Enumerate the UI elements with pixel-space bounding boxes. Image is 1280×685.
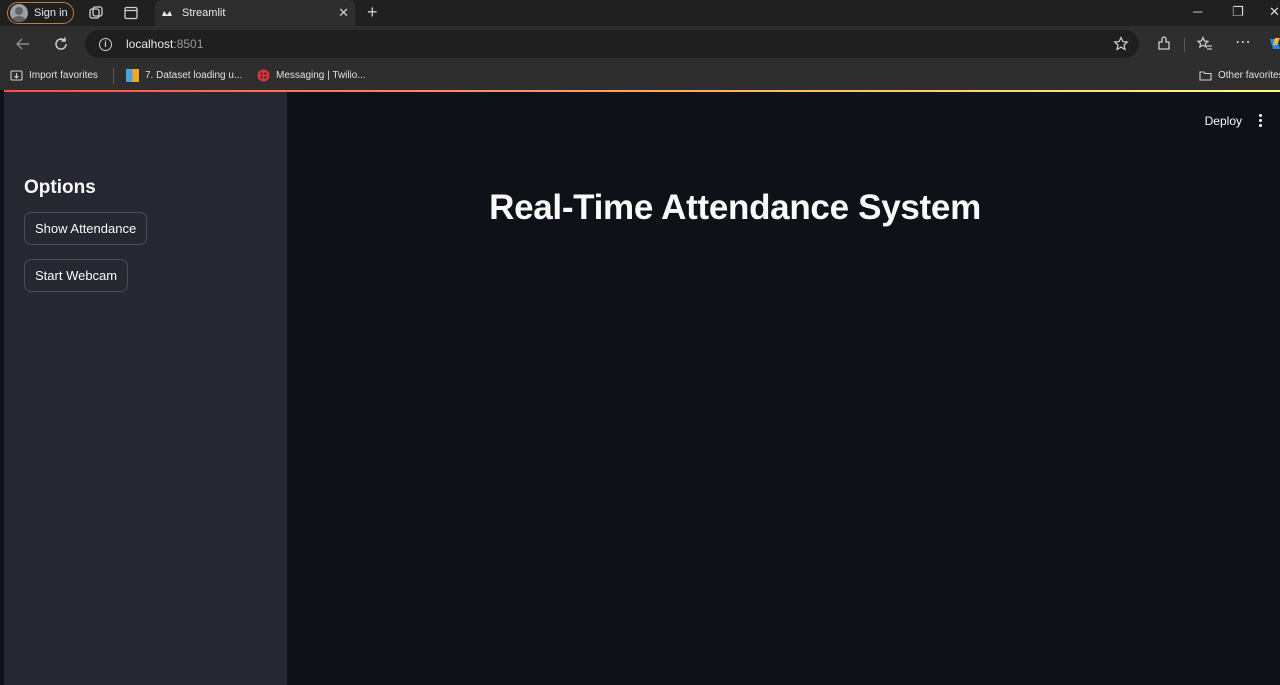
start-webcam-button[interactable]: Start Webcam — [24, 259, 129, 292]
extensions-icon[interactable] — [1156, 36, 1172, 52]
refresh-icon[interactable] — [53, 36, 69, 52]
show-attendance-button[interactable]: Show Attendance — [24, 212, 148, 245]
minimize-icon[interactable]: ─ — [1193, 4, 1202, 19]
bookmark-import-favorites[interactable]: Import favorites — [10, 69, 98, 82]
bookmark-label: Other favorites — [1218, 70, 1280, 81]
sign-in-label: Sign in — [34, 7, 68, 19]
workspaces-icon[interactable] — [88, 5, 104, 21]
page-title: Real-Time Attendance System — [489, 188, 981, 227]
bookmarks-divider — [113, 68, 114, 84]
main-content: Deploy Real-Time Attendance System — [287, 92, 1280, 685]
tab-title: Streamlit — [182, 7, 226, 19]
bookmark-label: Messaging | Twilio... — [276, 70, 366, 81]
profile-avatar-icon — [10, 4, 28, 22]
new-tab-icon[interactable]: + — [367, 2, 378, 23]
sign-in-button[interactable]: Sign in — [7, 2, 74, 24]
bookmark-label: Import favorites — [29, 70, 98, 81]
close-window-icon[interactable]: ✕ — [1269, 4, 1280, 20]
tab-streamlit[interactable]: Streamlit ✕ — [155, 0, 355, 26]
sidebar-title: Options — [24, 177, 96, 198]
streamlit-app: Options Show Attendance Start Webcam Dep… — [4, 90, 1280, 685]
jupyter-favicon-icon — [126, 69, 139, 82]
bookmark-messaging-twilio[interactable]: Messaging | Twilio... — [257, 69, 366, 82]
url-port: :8501 — [173, 37, 204, 51]
bookmarks-bar: Import favorites 7. Dataset loading u...… — [0, 62, 1280, 90]
bookmark-label: 7. Dataset loading u... — [145, 70, 243, 81]
favorite-star-icon[interactable] — [1113, 36, 1129, 52]
tab-actions-icon[interactable] — [123, 5, 139, 21]
site-info-icon[interactable]: i — [99, 37, 112, 51]
streamlit-favicon-icon — [162, 11, 172, 16]
url-host: localhost — [126, 37, 174, 51]
bookmark-dataset-loading[interactable]: 7. Dataset loading u... — [126, 69, 242, 82]
folder-icon — [1199, 71, 1212, 81]
maximize-icon[interactable]: ❐ — [1232, 4, 1244, 20]
back-arrow-icon[interactable] — [15, 36, 31, 52]
close-tab-icon[interactable]: ✕ — [338, 6, 349, 19]
favorites-icon[interactable] — [1197, 36, 1213, 52]
sidebar: Options Show Attendance Start Webcam — [4, 92, 287, 685]
address-toolbar: i localhost:8501 ⋯ — [0, 26, 1280, 62]
copilot-icon[interactable] — [1267, 36, 1280, 52]
bookmark-other-favorites[interactable]: Other favorites — [1199, 69, 1280, 82]
browser-tab-bar: Sign in Streamlit ✕ + ─ ❐ ✕ — [0, 0, 1280, 26]
address-bar[interactable]: i localhost:8501 — [85, 30, 1139, 58]
main-menu-icon[interactable] — [1259, 114, 1263, 128]
import-icon — [10, 70, 23, 81]
toolbar-divider — [1184, 38, 1185, 52]
deploy-button[interactable]: Deploy — [1205, 114, 1242, 128]
more-options-icon[interactable]: ⋯ — [1235, 32, 1251, 52]
twilio-favicon-icon — [257, 69, 270, 82]
